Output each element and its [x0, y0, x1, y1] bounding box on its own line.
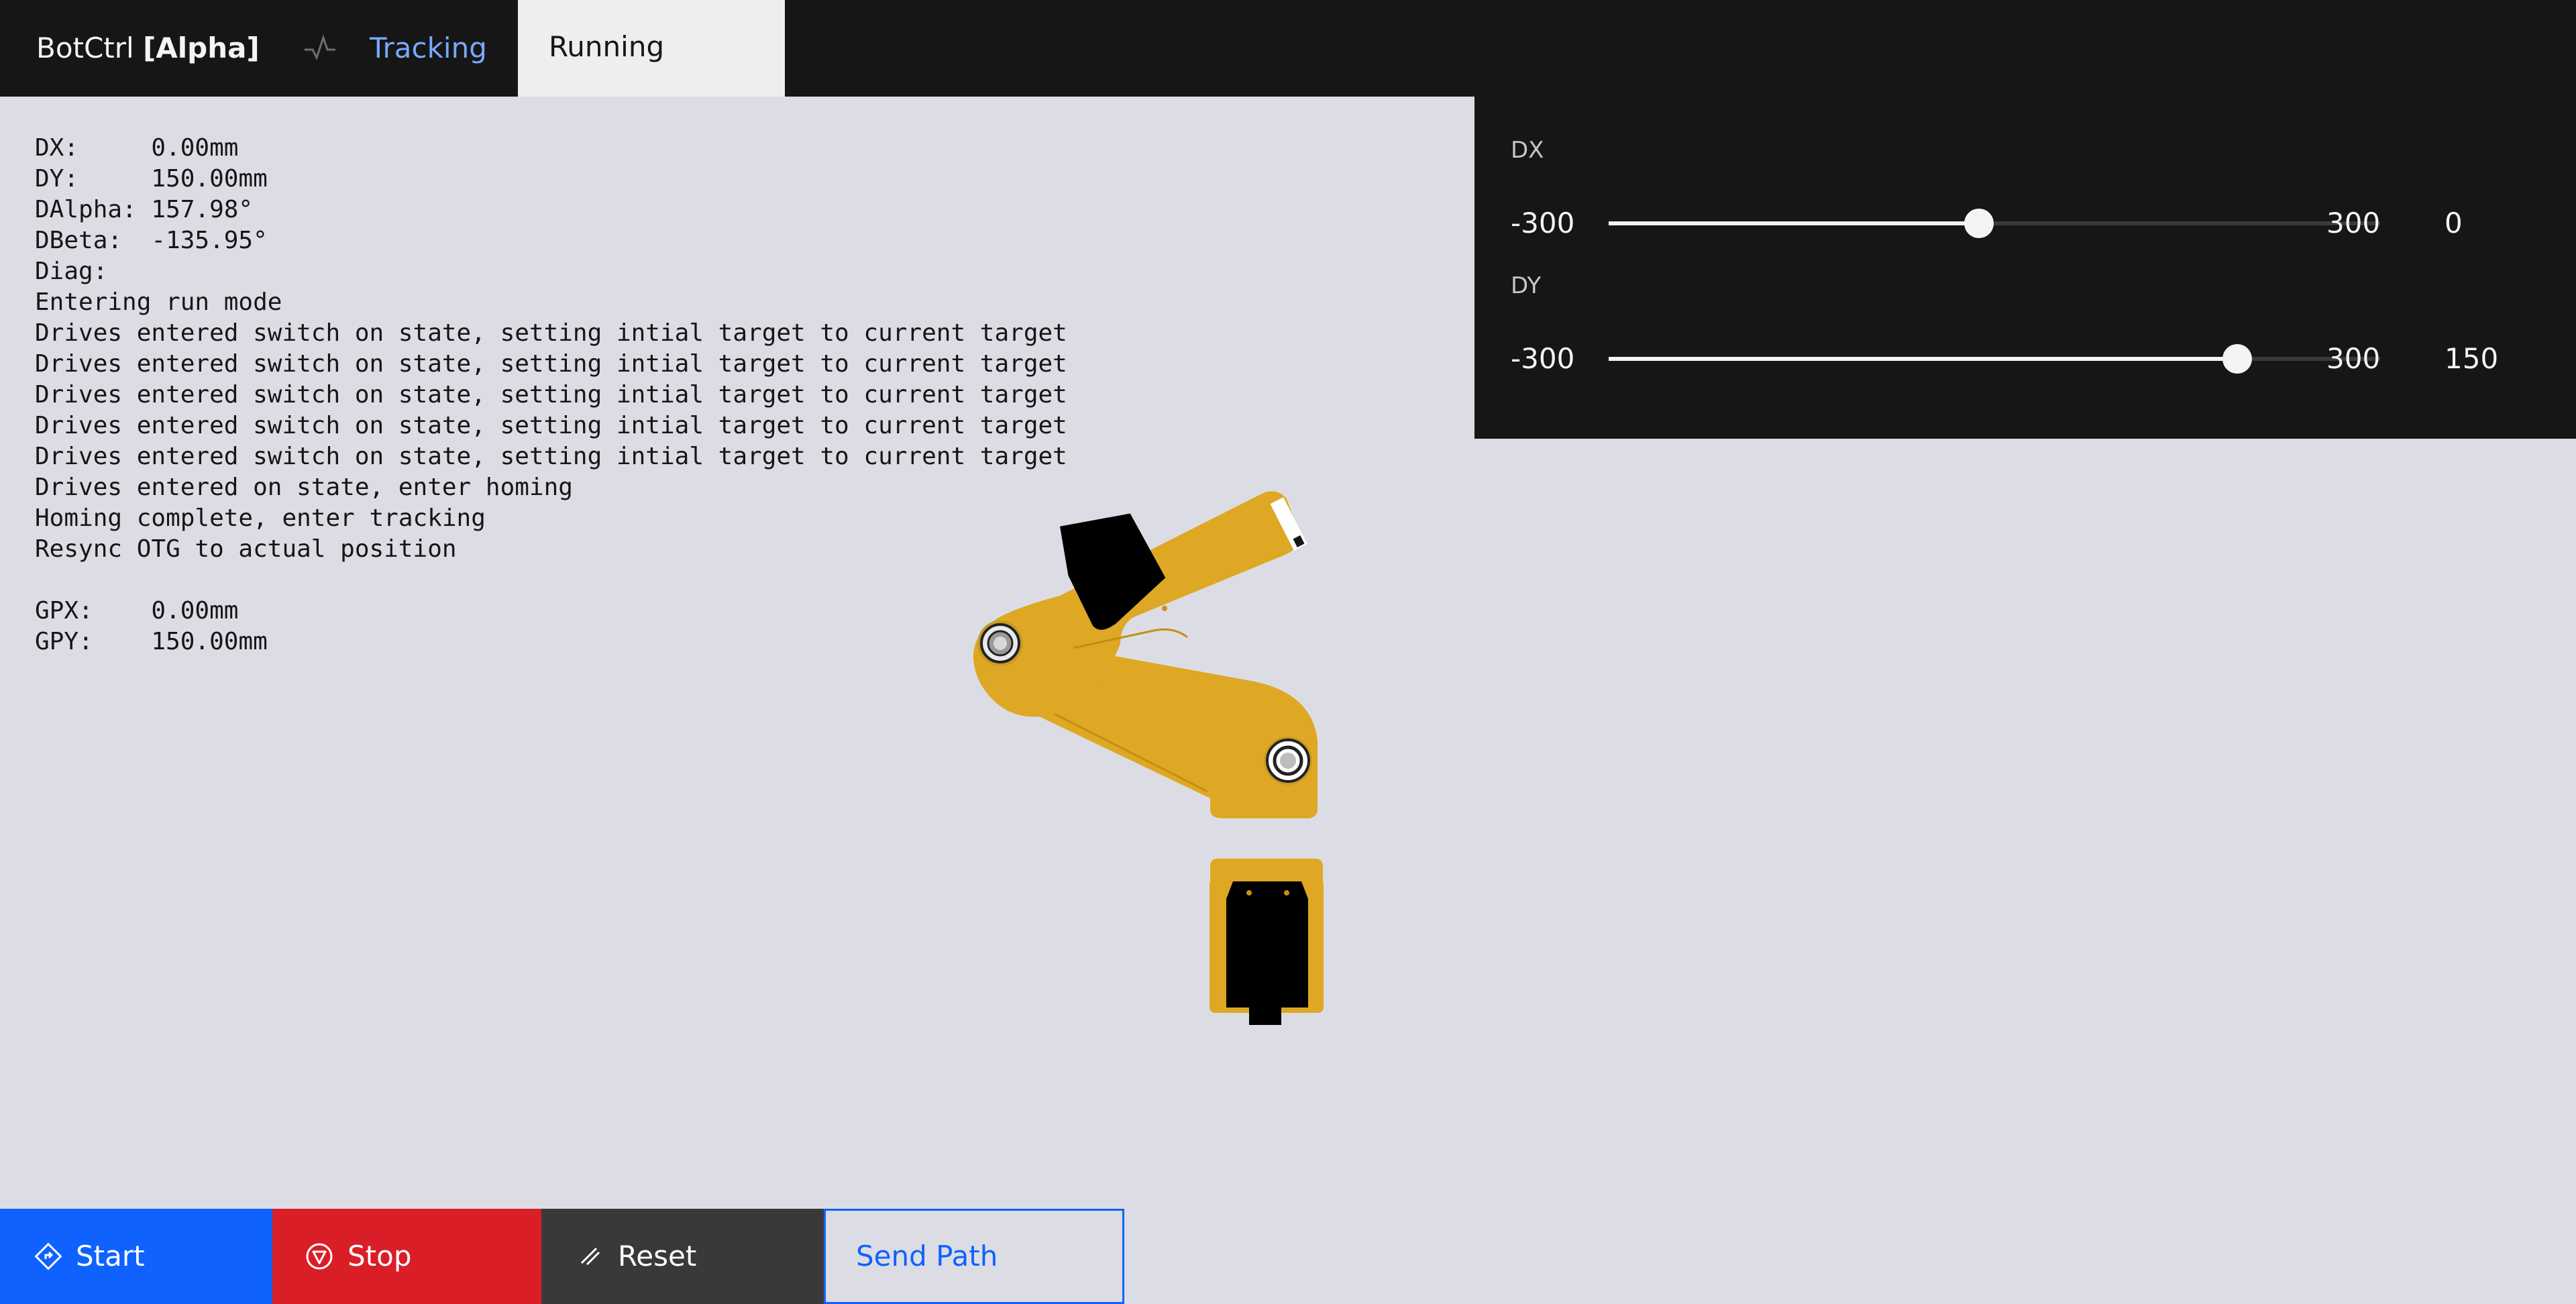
- console-line: Drives entered switch on state, setting …: [35, 381, 1067, 409]
- start-button-label: Start: [76, 1240, 145, 1272]
- erase-icon: [580, 1247, 600, 1266]
- slider-max-dy: 300: [2326, 342, 2381, 375]
- start-button[interactable]: Start: [0, 1209, 272, 1304]
- diamond-arrow-icon: [34, 1242, 62, 1270]
- slider-thumb-dy[interactable]: [2222, 344, 2253, 374]
- console-line: Homing complete, enter tracking: [35, 504, 486, 532]
- tab-tracking-label: Tracking: [370, 32, 487, 64]
- console-line: DX: 0.00mm: [35, 134, 239, 162]
- slider-value-dy[interactable]: 150: [2445, 342, 2498, 376]
- app-name: BotCtrl: [36, 32, 134, 64]
- slider-panel: DX -300 300 0 DY -300 300 150: [1474, 97, 2576, 439]
- slider-fill-dx: [1609, 221, 1979, 225]
- tab-running[interactable]: Running: [518, 0, 785, 97]
- app-brand: BotCtrl [Alpha]: [36, 31, 260, 66]
- console-line: Drives entered switch on state, setting …: [35, 443, 1067, 470]
- slider-row-dx: DX -300 300 0: [1474, 97, 2576, 239]
- console-line: GPY: 150.00mm: [35, 628, 268, 655]
- slider-fill-dy: [1609, 357, 2238, 361]
- tab-tracking[interactable]: Tracking: [370, 31, 487, 66]
- console-line: Drives entered on state, enter homing: [35, 474, 573, 501]
- console-line: DBeta: -135.95°: [35, 227, 268, 254]
- robot-base: [1210, 859, 1324, 1025]
- console-line: Resync OTG to actual position: [35, 535, 457, 563]
- console-line: DAlpha: 157.98°: [35, 196, 254, 223]
- console-line: Drives entered switch on state, setting …: [35, 319, 1067, 347]
- robot-joint-right: [1264, 737, 1312, 785]
- stop-filled-icon: [306, 1243, 333, 1270]
- console-line: Entering run mode: [35, 288, 282, 316]
- tab-running-label: Running: [549, 30, 665, 63]
- robot-joint-left: [977, 620, 1023, 666]
- reset-button-label: Reset: [618, 1240, 697, 1272]
- slider-label-dx: DX: [1511, 137, 1544, 164]
- pulse-icon: [305, 34, 335, 60]
- send-path-button[interactable]: Send Path: [824, 1209, 1124, 1304]
- app-tag: [Alpha]: [143, 32, 260, 64]
- console-line: Drives entered switch on state, setting …: [35, 412, 1067, 439]
- slider-label-dy: DY: [1511, 272, 1542, 299]
- console-line: Drives entered switch on state, setting …: [35, 350, 1067, 378]
- reset-button[interactable]: Reset: [541, 1209, 824, 1304]
- stop-button-label: Stop: [347, 1240, 412, 1272]
- console-line: ​: [35, 565, 1067, 596]
- robot-arm-view: [973, 491, 1324, 1025]
- slider-row-dy: DY -300 300 150: [1474, 232, 2576, 375]
- stop-button[interactable]: Stop: [272, 1209, 541, 1304]
- console-line: DY: 150.00mm: [35, 165, 268, 193]
- top-nav-bar: BotCtrl [Alpha] Tracking Running: [0, 0, 2576, 97]
- slider-track-dx[interactable]: [1609, 209, 2380, 238]
- console-log: DX: 0.00mm DY: 150.00mm DAlpha: 157.98° DBe…: [35, 133, 1067, 657]
- slider-track-dy[interactable]: [1609, 344, 2380, 374]
- console-line: GPX: 0.00mm: [35, 597, 239, 624]
- console-line: Diag:: [35, 258, 123, 285]
- send-path-button-label: Send Path: [856, 1240, 998, 1272]
- slider-min-dy: -300: [1511, 342, 1575, 375]
